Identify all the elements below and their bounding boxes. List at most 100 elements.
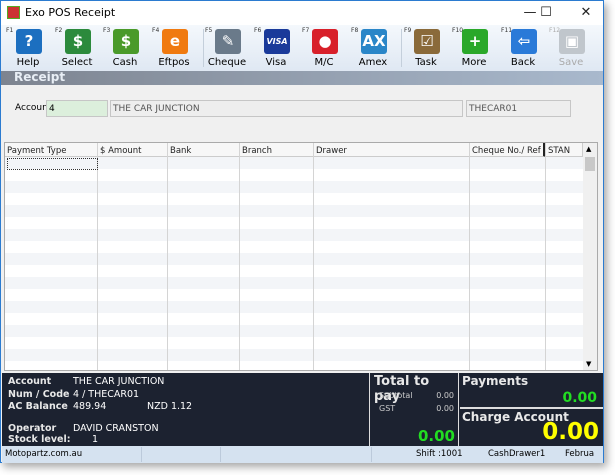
subtotal-value: 0.00 [436,391,454,400]
eftpos-icon: e [162,29,188,54]
status-drawer: CashDrawer1 [488,449,546,459]
toolbar-button-label: Select [61,57,93,68]
numcode-label: Num / Code [8,389,70,400]
balance-value: 489.94 [73,401,107,412]
function-key-label: F8 [351,27,359,34]
account-summary-value: THE CAR JUNCTION [73,376,165,387]
account-number-input[interactable]: 4 [46,100,108,117]
close-button[interactable]: ✕ [571,3,601,23]
toolbar-button-mc[interactable]: F7 ● M/C [301,25,347,71]
account-summary-label: Account [8,376,52,387]
toolbar-button-more[interactable]: F10 + More [451,25,497,71]
stock-label: Stock level: [8,434,71,445]
toolbar-button-select[interactable]: F2 $ Select [54,25,100,71]
balance-label: AC Balance [8,401,68,412]
payments-grid[interactable]: Payment Type $ Amount Bank Branch Drawer… [4,142,598,371]
scroll-up-icon[interactable]: ▲ [586,145,591,153]
title-bar: Exo POS Receipt — ☐ ✕ [1,1,603,25]
payments-title: Payments [462,374,529,388]
mastercard-icon: ● [312,29,338,54]
currency-value: NZD 1.12 [147,401,193,412]
window-title: Exo POS Receipt [25,6,116,19]
total-to-pay-box: Total to pay Subtotal 0.00 GST 0.00 0.00 [369,373,459,446]
maximize-button[interactable]: ☐ [531,3,561,23]
function-key-label: F9 [404,27,412,34]
function-key-label: F1 [6,27,14,34]
select-icon: $ [65,29,91,54]
toolbar-button-label: More [461,57,487,68]
column-header-branch[interactable]: Branch [240,143,314,157]
status-site: Motopartz.com.au [5,449,83,459]
toolbar-button-save[interactable]: F12 ▣ Save [548,25,594,71]
back-icon: ⇦ [511,29,537,54]
section-header: Receipt [1,70,603,85]
gst-value: 0.00 [436,404,454,413]
charge-account-box: Charge Account 0.00 [460,409,603,446]
toolbar-button-cheque[interactable]: F5 ✎ Cheque [204,25,250,71]
scroll-down-icon[interactable]: ▼ [586,360,591,368]
operator-label: Operator [8,423,57,434]
help-icon: ? [16,29,42,54]
cheque-icon: ✎ [215,29,241,54]
function-key-label: F6 [254,27,262,34]
pos-window: Exo POS Receipt — ☐ ✕ F1? Help F2 $ Select F3… [0,0,604,463]
account-name-field: THE CAR JUNCTION [110,100,463,117]
toolbar-button-label: Help [16,57,40,68]
toolbar-button-label: Visa [265,57,287,68]
function-key-label: F2 [55,27,63,34]
more-icon: + [462,29,488,54]
toolbar-button-label: Amex [358,57,388,68]
function-key-label: F7 [302,27,310,34]
task-icon: ☑ [414,29,440,54]
vertical-scrollbar[interactable]: ▲ ▼ [583,143,597,370]
status-date: Februa [565,449,595,459]
toolbar-button-label: Task [415,57,437,68]
amex-icon: AX [361,29,387,54]
gst-label: GST [379,404,396,413]
summary-panel: Account THE CAR JUNCTION Num / Code 4 / … [2,373,603,446]
charge-value: 0.00 [542,419,599,445]
status-bar: Motopartz.com.au Shift :1001 CashDrawer1… [2,446,603,463]
account-code-field: THECAR01 [466,100,571,117]
payments-value: 0.00 [562,390,597,406]
toolbar-button-help[interactable]: F1? Help [5,25,51,71]
toolbar-button-visa[interactable]: F6 VISA Visa [253,25,299,71]
toolbar: F1? Help F2 $ Select F3 $ Cash F4 e Eftpos F5 ✎ Chequ… [1,25,603,71]
toolbar-button-back[interactable]: F11 ⇦ Back [500,25,546,71]
column-header-drawer[interactable]: Drawer [314,143,470,157]
grid-rows[interactable] [5,157,583,370]
column-header-amount[interactable]: $ Amount [98,143,168,157]
payments-box: Payments 0.00 [460,373,603,409]
toolbar-button-label: Back [510,57,536,68]
numcode-value: 4 / THECAR01 [73,389,140,400]
toolbar-button-task[interactable]: F9 ☑ Task [403,25,449,71]
toolbar-button-eftpos[interactable]: F4 e Eftpos [151,25,197,71]
column-header-bank[interactable]: Bank [168,143,240,157]
app-icon [7,6,20,19]
column-header-cheque-ref[interactable]: Cheque No./ Ref [470,143,546,157]
function-key-label: F3 [103,27,111,34]
column-header-payment-type[interactable]: Payment Type [5,143,98,157]
operator-value: DAVID CRANSTON [73,423,159,434]
toolbar-button-amex[interactable]: F8 AX Amex [350,25,396,71]
toolbar-separator [401,29,402,67]
focused-cell[interactable] [7,158,98,170]
stock-value: 1 [92,434,99,445]
function-key-label: F4 [152,27,160,34]
toolbar-button-cash[interactable]: F3 $ Cash [102,25,148,71]
toolbar-button-label: M/C [314,57,334,68]
column-header-stan[interactable]: STAN [546,143,583,157]
subtotal-label: Subtotal [379,391,413,400]
section-title: Receipt [14,70,66,84]
cash-icon: $ [113,29,139,54]
toolbar-button-label: Cheque [207,57,247,68]
scroll-thumb[interactable] [585,157,595,171]
save-icon: ▣ [559,29,585,54]
total-value: 0.00 [417,427,455,445]
function-key-label: F5 [205,27,213,34]
toolbar-button-label: Eftpos [158,57,190,68]
toolbar-button-label: Cash [112,57,138,68]
toolbar-button-label: Save [558,57,584,68]
visa-icon: VISA [264,29,290,54]
status-shift: Shift :1001 [416,449,463,459]
